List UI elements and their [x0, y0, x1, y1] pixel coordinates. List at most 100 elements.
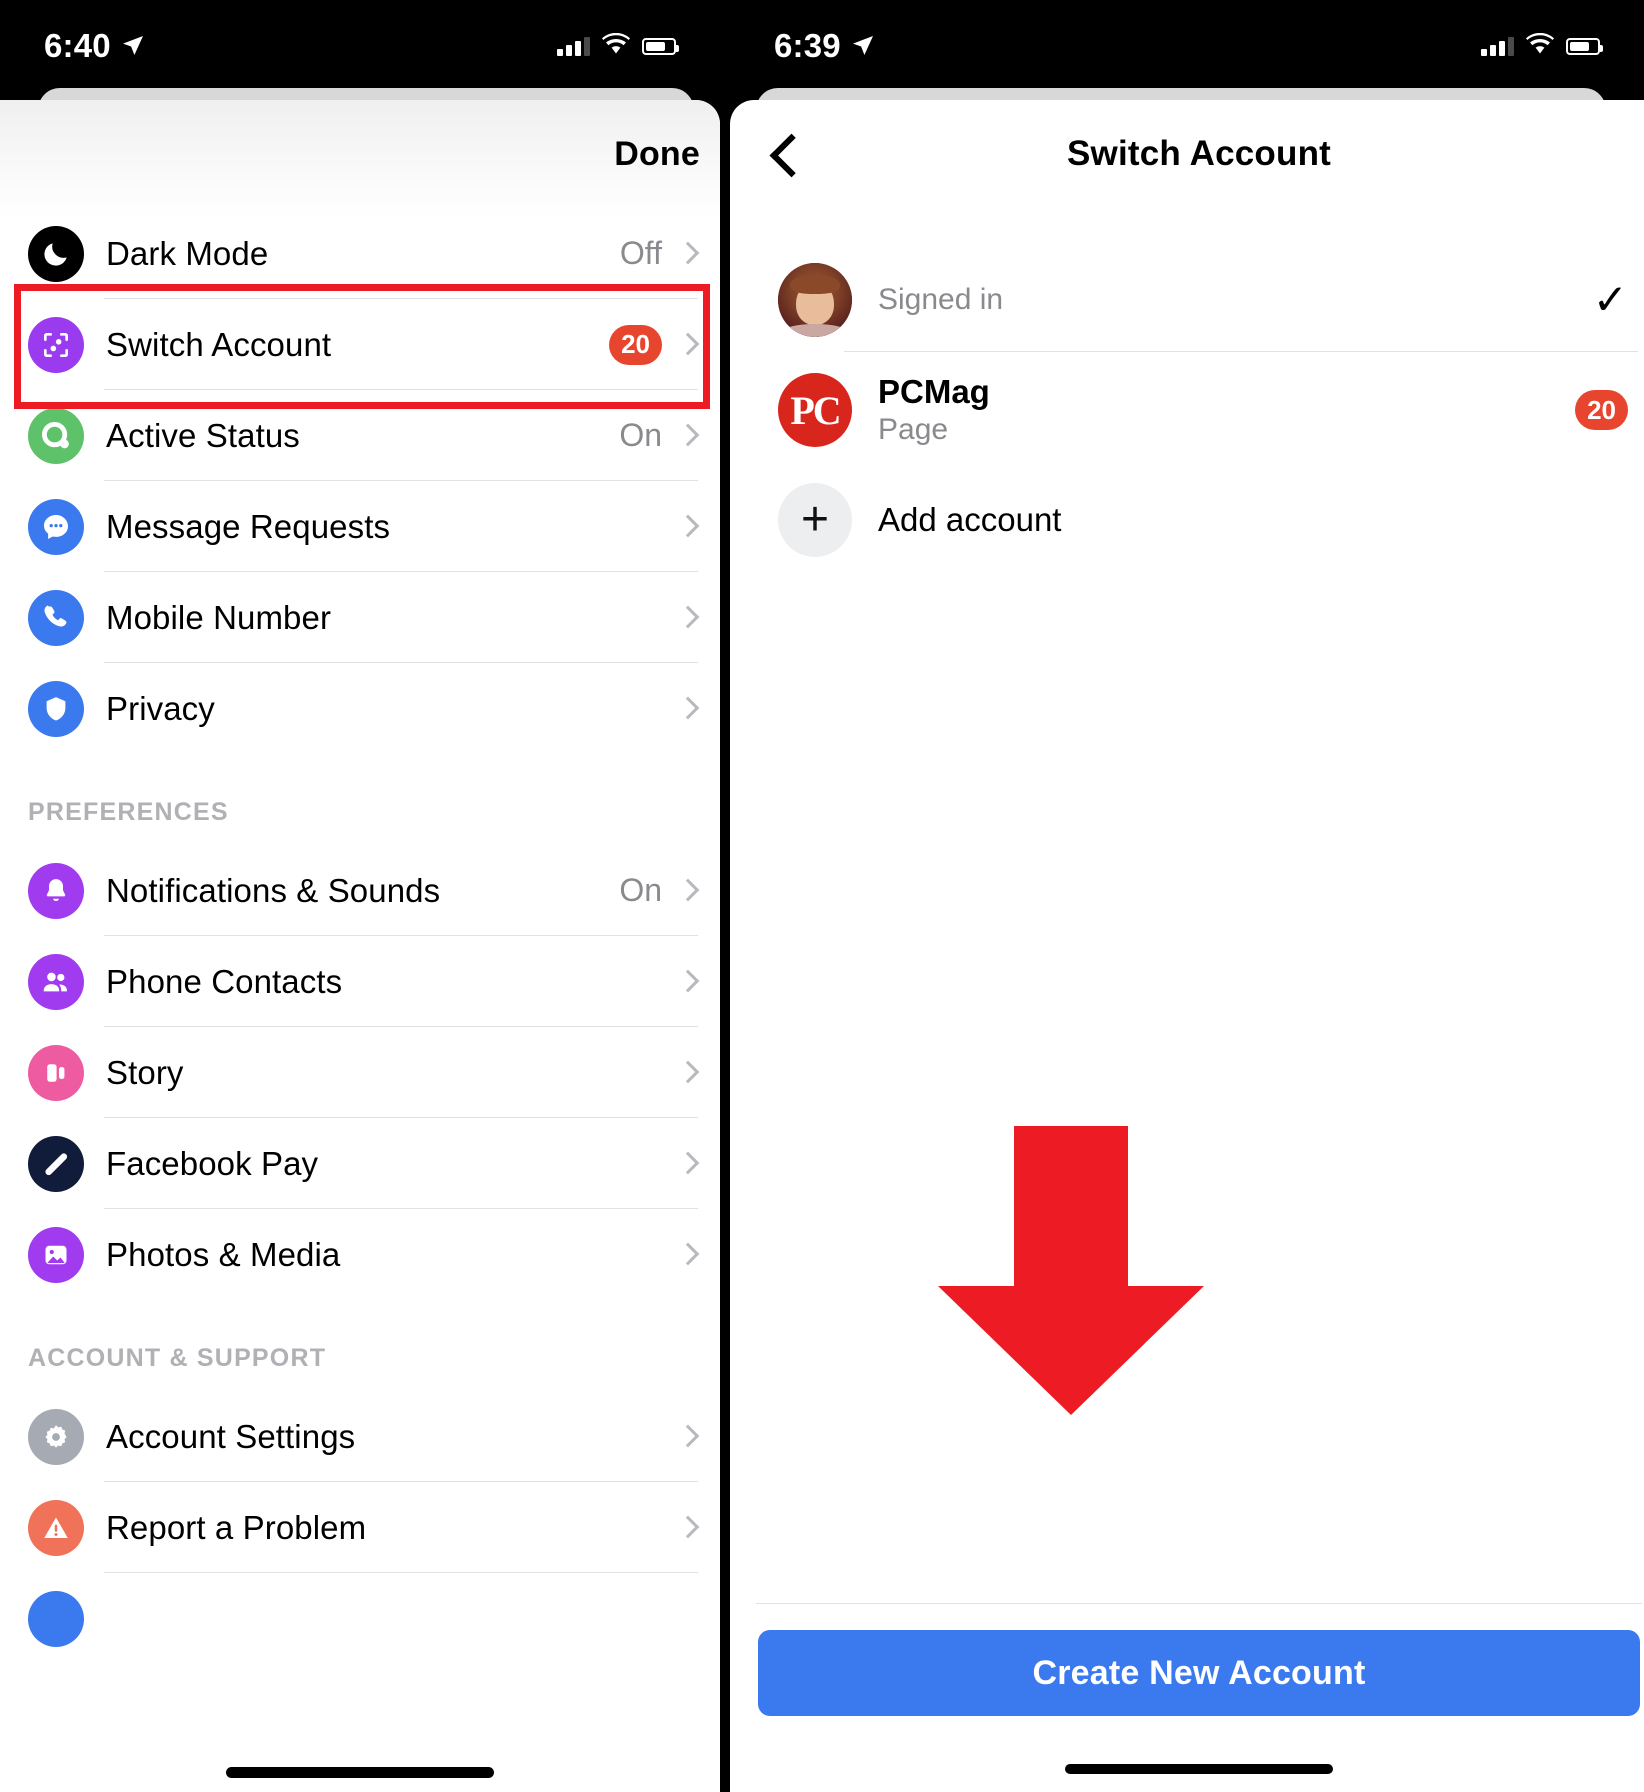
location-arrow-icon [121, 27, 145, 65]
row-label: Dark Mode [106, 234, 269, 272]
account-name: PCMag [878, 373, 990, 410]
row-label: Notifications & Sounds [106, 871, 441, 909]
chevron-right-icon [680, 1243, 694, 1267]
wifi-icon [602, 32, 630, 59]
section-header-preferences: PREFERENCES [28, 798, 229, 826]
dual-screenshot-container: 6:40 Done Dark Mode Off Switch Account 2… [0, 0, 1644, 1792]
left-status-bar: 6:40 [0, 0, 720, 92]
settings-row-message-requests[interactable]: Message Requests [0, 481, 720, 572]
settings-row-partial[interactable] [0, 1573, 720, 1664]
status-indicators [557, 32, 679, 59]
row-label: Account Settings [106, 1417, 356, 1455]
settings-row-photos-media[interactable]: Photos & Media [0, 1209, 720, 1300]
plus-icon: + [778, 483, 852, 557]
settings-row-account-settings[interactable]: Account Settings [0, 1391, 720, 1482]
add-account-label: Add account [878, 501, 1062, 538]
row-label: Active Status [106, 416, 300, 454]
chevron-right-icon [680, 697, 694, 721]
settings-row-privacy[interactable]: Privacy [0, 663, 720, 754]
settings-row-active-status[interactable]: Active Status On [0, 390, 720, 481]
account-texts: Signed in [878, 283, 1593, 317]
home-indicator-right [1065, 1764, 1333, 1774]
account-row-signed-in[interactable]: Signed in ✓ [730, 248, 1644, 352]
chevron-right-icon [680, 1061, 694, 1085]
switch-account-icon [28, 316, 84, 373]
chevron-right-icon [680, 1516, 694, 1540]
row-label: Switch Account [106, 325, 332, 363]
done-button[interactable]: Done [614, 135, 700, 174]
add-account-row[interactable]: + Add account [730, 468, 1644, 572]
chevron-right-icon [680, 606, 694, 630]
row-label: Story [106, 1053, 184, 1091]
row-label: Privacy [106, 689, 215, 727]
battery-icon [1566, 37, 1603, 55]
settings-list: Dark Mode Off Switch Account 20 Active S… [0, 208, 720, 1664]
active-status-icon [28, 407, 84, 464]
chevron-right-icon [680, 970, 694, 994]
location-arrow-icon [851, 27, 875, 65]
chevron-right-icon [680, 424, 694, 448]
settings-row-switch-account[interactable]: Switch Account 20 [0, 299, 720, 390]
cta-container: Create New Account [730, 1603, 1644, 1792]
settings-row-mobile-number[interactable]: Mobile Number [0, 572, 720, 663]
row-value: On [619, 417, 662, 453]
switch-account-sheet: Switch Account Signed in ✓ PC PCMag Page… [730, 100, 1644, 1792]
account-subtitle: Signed in [878, 283, 1004, 316]
chevron-right-icon [680, 879, 694, 903]
story-icon [28, 1044, 84, 1101]
settings-navbar: Done [0, 100, 720, 208]
partial-row-icon [28, 1590, 84, 1647]
settings-sheet: Done Dark Mode Off Switch Account 20 Act… [0, 100, 720, 1792]
row-value: Off [619, 235, 662, 271]
wifi-icon [1526, 32, 1554, 59]
settings-row-notifications-sounds[interactable]: Notifications & Sounds On [0, 845, 720, 936]
checkmark-icon: ✓ [1592, 276, 1628, 323]
status-indicators [1481, 32, 1603, 59]
settings-row-report-a-problem[interactable]: Report a Problem [0, 1482, 720, 1573]
cellular-bars-icon [1481, 36, 1514, 56]
warning-icon [28, 1499, 84, 1556]
chat-bubble-icon [28, 498, 84, 555]
settings-row-phone-contacts[interactable]: Phone Contacts [0, 936, 720, 1027]
create-new-account-button[interactable]: Create New Account [758, 1630, 1640, 1716]
status-time: 6:40 [44, 27, 111, 64]
chevron-right-icon [680, 1152, 694, 1176]
right-phone-screen: 6:39 Switch Account Signed in ✓ PC PCMag… [730, 0, 1644, 1792]
battery-icon [642, 37, 679, 55]
row-value: On [619, 872, 662, 908]
chevron-right-icon [680, 515, 694, 539]
row-label: Photos & Media [106, 1235, 341, 1273]
section-header-account-support: ACCOUNT & SUPPORT [28, 1344, 327, 1372]
row-label: Report a Problem [106, 1508, 367, 1546]
pcmag-logo: PC [778, 373, 852, 447]
people-icon [28, 953, 84, 1010]
bell-icon [28, 862, 84, 919]
chevron-right-icon [680, 333, 694, 357]
row-label: Mobile Number [106, 598, 332, 636]
row-label: Message Requests [106, 507, 391, 545]
shield-icon [28, 680, 84, 737]
settings-row-dark-mode[interactable]: Dark Mode Off [0, 208, 720, 299]
account-subtitle: Page [878, 413, 949, 446]
row-label: Facebook Pay [106, 1144, 319, 1182]
switch-account-navbar: Switch Account [730, 100, 1644, 208]
avatar [778, 263, 852, 337]
status-time-group: 6:39 [774, 27, 875, 65]
page-title: Switch Account [1066, 134, 1332, 173]
moon-icon [28, 225, 84, 282]
account-row-pcmag[interactable]: PC PCMag Page 20 [730, 352, 1644, 468]
pay-icon [28, 1135, 84, 1192]
account-texts: PCMag Page [878, 373, 1575, 447]
unread-badge: 20 [1575, 390, 1628, 430]
home-indicator-left [0, 1767, 720, 1778]
settings-row-facebook-pay[interactable]: Facebook Pay [0, 1118, 720, 1209]
chevron-right-icon [680, 1425, 694, 1449]
status-time: 6:39 [774, 27, 841, 64]
left-phone-screen: 6:40 Done Dark Mode Off Switch Account 2… [0, 0, 720, 1792]
phone-icon [28, 589, 84, 646]
unread-badge: 20 [609, 324, 662, 365]
cta-divider [756, 1603, 1642, 1604]
settings-row-story[interactable]: Story [0, 1027, 720, 1118]
chevron-right-icon [680, 242, 694, 266]
gear-icon [28, 1408, 84, 1465]
